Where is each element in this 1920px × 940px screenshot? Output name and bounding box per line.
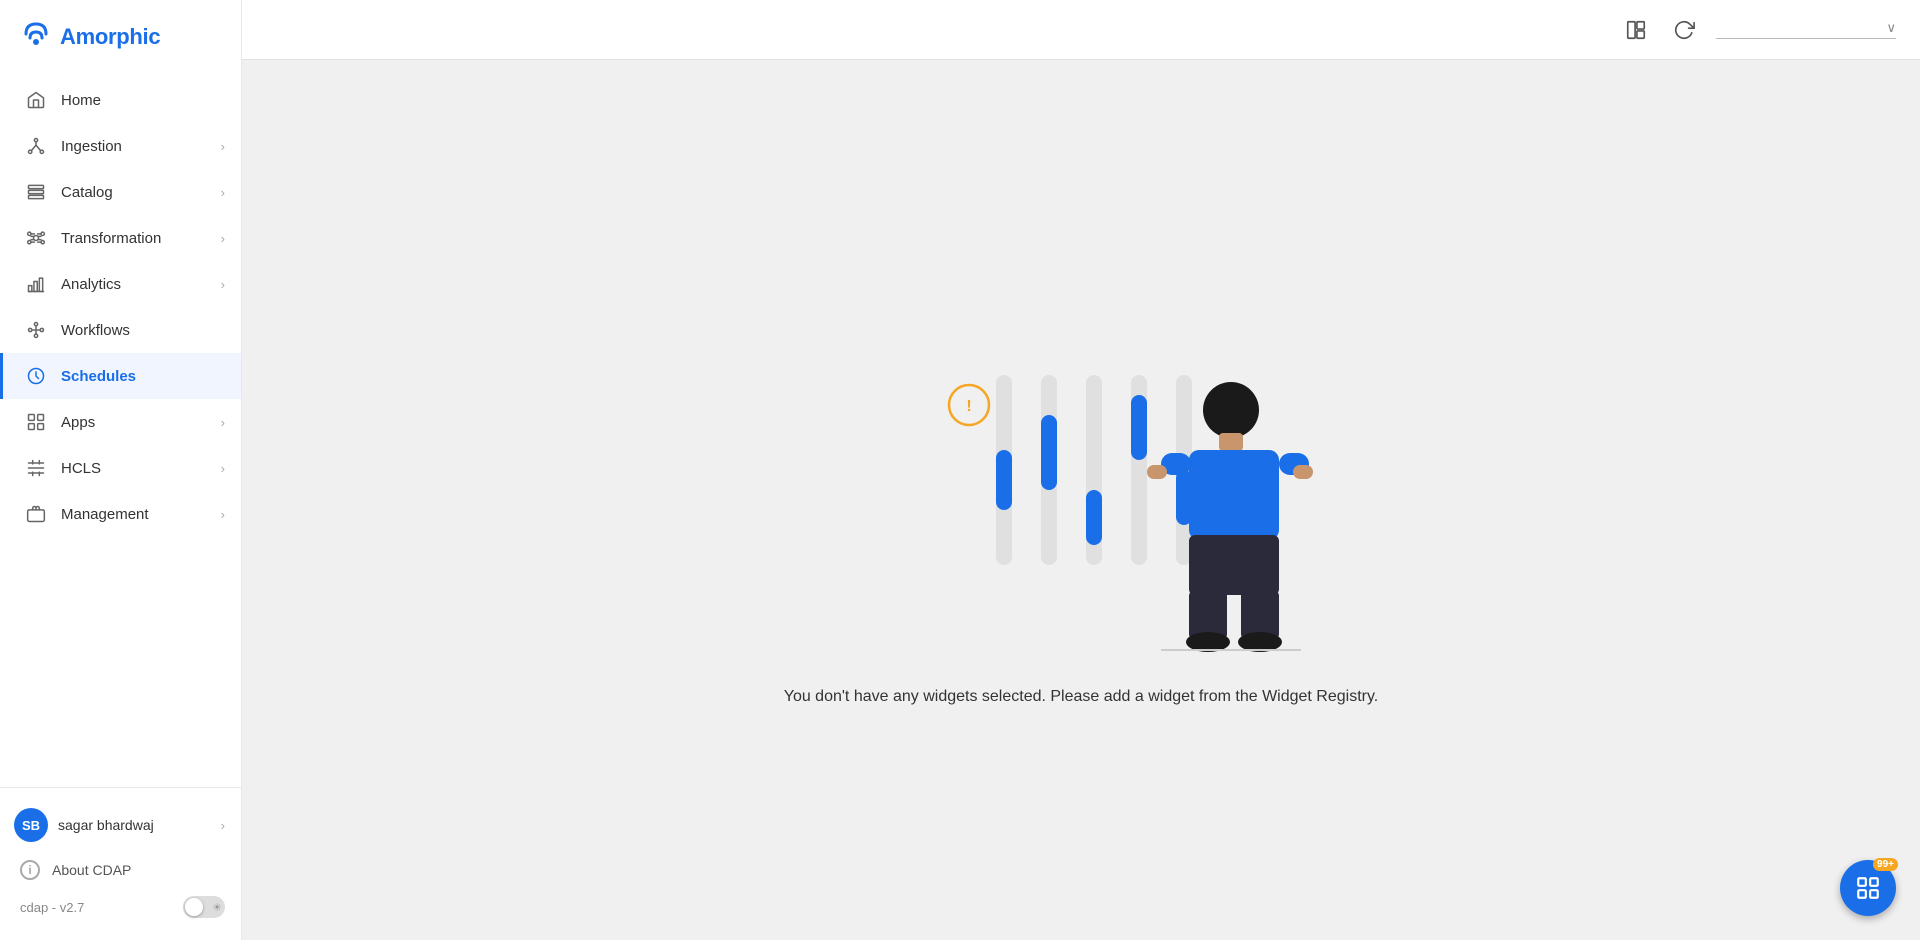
sidebar-item-label-transformation: Transformation — [61, 230, 221, 247]
sidebar-item-label-schedules: Schedules — [61, 368, 225, 385]
theme-toggle[interactable]: ☀ — [183, 896, 225, 918]
topbar-dropdown[interactable]: ∨ — [1716, 20, 1896, 39]
sidebar-item-label-home: Home — [61, 92, 225, 109]
sidebar-item-workflows[interactable]: Workflows — [0, 307, 241, 353]
workflows-icon — [23, 317, 49, 343]
sun-icon: ☀ — [212, 901, 222, 914]
user-avatar: SB — [14, 808, 48, 842]
user-name-label: sagar bhardwaj — [58, 817, 211, 833]
sidebar-item-apps[interactable]: Apps › — [0, 399, 241, 445]
layout-icon[interactable] — [1620, 14, 1652, 46]
management-icon — [23, 501, 49, 527]
schedules-icon — [23, 363, 49, 389]
user-arrow-icon: › — [221, 818, 225, 833]
empty-state: ! — [784, 295, 1379, 706]
ingestion-icon — [23, 133, 49, 159]
transformation-icon — [23, 225, 49, 251]
logo: Amorphic — [0, 0, 241, 69]
about-cdap-label: About CDAP — [52, 862, 131, 878]
sidebar-item-management[interactable]: Management › — [0, 491, 241, 537]
sidebar-item-catalog[interactable]: Catalog › — [0, 169, 241, 215]
sidebar-item-label-ingestion: Ingestion — [61, 138, 221, 155]
logo-text: Amorphic — [60, 24, 160, 50]
user-profile-item[interactable]: SB sagar bhardwaj › — [0, 798, 241, 852]
toggle-knob — [185, 898, 203, 916]
version-label: cdap - v2.7 — [20, 900, 173, 915]
apps-arrow-icon: › — [221, 415, 225, 430]
hcls-icon — [23, 455, 49, 481]
sidebar-item-label-apps: Apps — [61, 414, 221, 431]
fab-button[interactable]: 99+ — [1840, 860, 1896, 916]
management-arrow-icon: › — [221, 507, 225, 522]
content-area: ! — [242, 60, 1920, 940]
main-area: ∨ ! — [242, 0, 1920, 940]
sidebar-nav: Home Ingestion › — [0, 69, 241, 787]
analytics-icon — [23, 271, 49, 297]
catalog-arrow-icon: › — [221, 185, 225, 200]
sidebar: Amorphic Home Ingesti — [0, 0, 242, 940]
transformation-arrow-icon: › — [221, 231, 225, 246]
sidebar-item-transformation[interactable]: Transformation › — [0, 215, 241, 261]
logo-icon — [20, 18, 52, 55]
about-icon: i — [20, 860, 40, 880]
refresh-icon[interactable] — [1668, 14, 1700, 46]
sidebar-item-analytics[interactable]: Analytics › — [0, 261, 241, 307]
sidebar-item-home[interactable]: Home — [0, 77, 241, 123]
svg-text:!: ! — [966, 398, 971, 415]
topbar: ∨ — [242, 0, 1920, 60]
sidebar-item-schedules[interactable]: Schedules — [0, 353, 241, 399]
sidebar-item-hcls[interactable]: HCLS › — [0, 445, 241, 491]
apps-icon — [23, 409, 49, 435]
ingestion-arrow-icon: › — [221, 139, 225, 154]
chevron-down-icon: ∨ — [1886, 20, 1896, 36]
sidebar-item-label-hcls: HCLS — [61, 460, 221, 477]
sidebar-item-label-catalog: Catalog — [61, 184, 221, 201]
illustration: ! — [841, 295, 1321, 660]
version-row: cdap - v2.7 ☀ — [0, 888, 241, 930]
analytics-arrow-icon: › — [221, 277, 225, 292]
fab-icon — [1855, 875, 1881, 901]
sidebar-item-label-management: Management — [61, 506, 221, 523]
fab-badge: 99+ — [1873, 858, 1898, 871]
hcls-arrow-icon: › — [221, 461, 225, 476]
empty-state-message: You don't have any widgets selected. Ple… — [784, 688, 1379, 706]
catalog-icon — [23, 179, 49, 205]
sidebar-item-label-analytics: Analytics — [61, 276, 221, 293]
home-icon — [23, 87, 49, 113]
sidebar-item-ingestion[interactable]: Ingestion › — [0, 123, 241, 169]
sidebar-bottom: SB sagar bhardwaj › i About CDAP cdap - … — [0, 787, 241, 940]
about-cdap-item[interactable]: i About CDAP — [0, 852, 241, 888]
sidebar-item-label-workflows: Workflows — [61, 322, 225, 339]
